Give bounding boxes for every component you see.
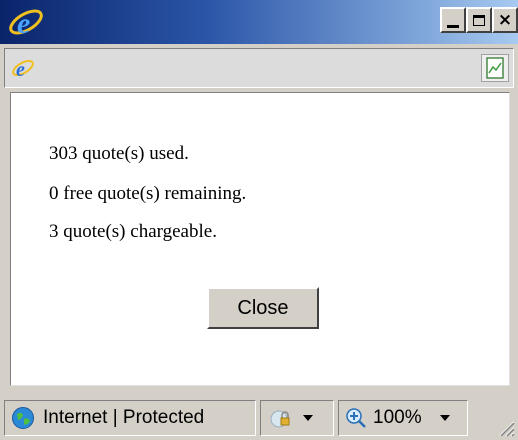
zone-label: Internet | Protected bbox=[43, 407, 205, 428]
zoom-icon bbox=[346, 408, 366, 428]
svg-text:e: e bbox=[16, 59, 25, 80]
close-button[interactable]: Close bbox=[207, 287, 319, 329]
lock-icon bbox=[270, 410, 290, 428]
minimize-icon bbox=[447, 24, 459, 28]
protected-mode-menu[interactable] bbox=[260, 400, 334, 436]
status-bar: Internet | Protected 100% bbox=[0, 396, 518, 440]
popup-window: e × e 303 quote(s) used. 0 free quote(s)… bbox=[0, 0, 518, 440]
chevron-down-icon bbox=[303, 415, 313, 421]
quotes-used-text: 303 quote(s) used. bbox=[49, 143, 189, 164]
page-icon-graphic bbox=[486, 57, 504, 79]
resize-grip-icon[interactable] bbox=[494, 416, 516, 438]
maximize-icon bbox=[473, 14, 485, 26]
free-quotes-remaining-text: 0 free quote(s) remaining. bbox=[49, 183, 247, 204]
maximize-button[interactable] bbox=[466, 7, 492, 33]
close-icon: × bbox=[497, 9, 513, 30]
internet-explorer-icon: e bbox=[12, 59, 34, 80]
zoom-menu[interactable]: 100% bbox=[338, 400, 468, 436]
close-window-button[interactable]: × bbox=[492, 7, 518, 33]
svg-text:e: e bbox=[17, 7, 30, 40]
quotes-chargeable-text: 3 quote(s) chargeable. bbox=[49, 221, 217, 242]
zoom-level: 100% bbox=[373, 407, 422, 428]
internet-explorer-icon: e bbox=[9, 7, 43, 40]
security-zone[interactable]: Internet | Protected bbox=[4, 400, 256, 436]
minimize-button[interactable] bbox=[440, 7, 466, 33]
chevron-down-icon bbox=[439, 415, 450, 421]
address-bar: e bbox=[4, 48, 514, 88]
message-panel: 303 quote(s) used. 0 free quote(s) remai… bbox=[10, 92, 510, 386]
page-icon[interactable] bbox=[481, 54, 509, 82]
title-bar[interactable]: e × bbox=[0, 0, 518, 44]
globe-icon bbox=[12, 407, 34, 429]
